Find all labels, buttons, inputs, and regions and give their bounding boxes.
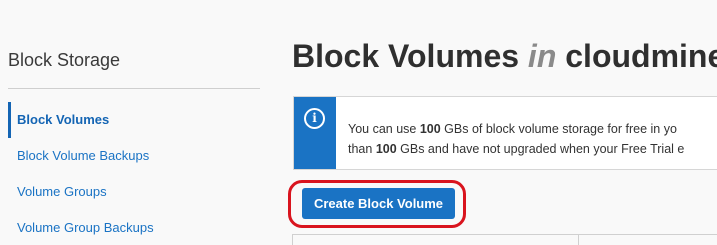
sidebar-item-block-volumes[interactable]: Block Volumes [8, 102, 260, 138]
sidebar-divider [8, 88, 260, 89]
table-column-divider [578, 235, 579, 245]
sidebar: Block Storage Block Volumes Block Volume… [0, 0, 262, 245]
sidebar-item-block-volume-backups[interactable]: Block Volume Backups [8, 138, 260, 174]
info-banner-line-1: You can use 100 GBs of block volume stor… [348, 122, 677, 136]
page: Block Storage Block Volumes Block Volume… [0, 0, 717, 245]
compartment-name: cloudmine [565, 38, 717, 74]
create-block-volume-button[interactable]: Create Block Volume [302, 188, 455, 219]
sidebar-nav: Block Volumes Block Volume Backups Volum… [8, 102, 260, 245]
page-title: Block Volumes in cloudmine [292, 38, 717, 75]
page-title-text: Block Volumes [292, 38, 520, 74]
info-icon: i [304, 108, 325, 129]
page-title-in: in [527, 38, 557, 74]
sidebar-item-volume-groups[interactable]: Volume Groups [8, 174, 260, 210]
main-content: Block Volumes in cloudmine i You can use… [288, 0, 717, 245]
volumes-table [292, 234, 717, 245]
info-banner-text: You can use 100 GBs of block volume stor… [348, 119, 717, 159]
sidebar-title: Block Storage [8, 50, 121, 70]
sidebar-item-volume-group-backups[interactable]: Volume Group Backups [8, 210, 260, 245]
info-banner-line-2: than 100 GBs and have not upgraded when … [348, 142, 685, 156]
info-banner-accent: i [294, 97, 336, 169]
free-tier-info-banner: i You can use 100 GBs of block volume st… [293, 96, 717, 170]
table-column-divider [292, 235, 293, 245]
